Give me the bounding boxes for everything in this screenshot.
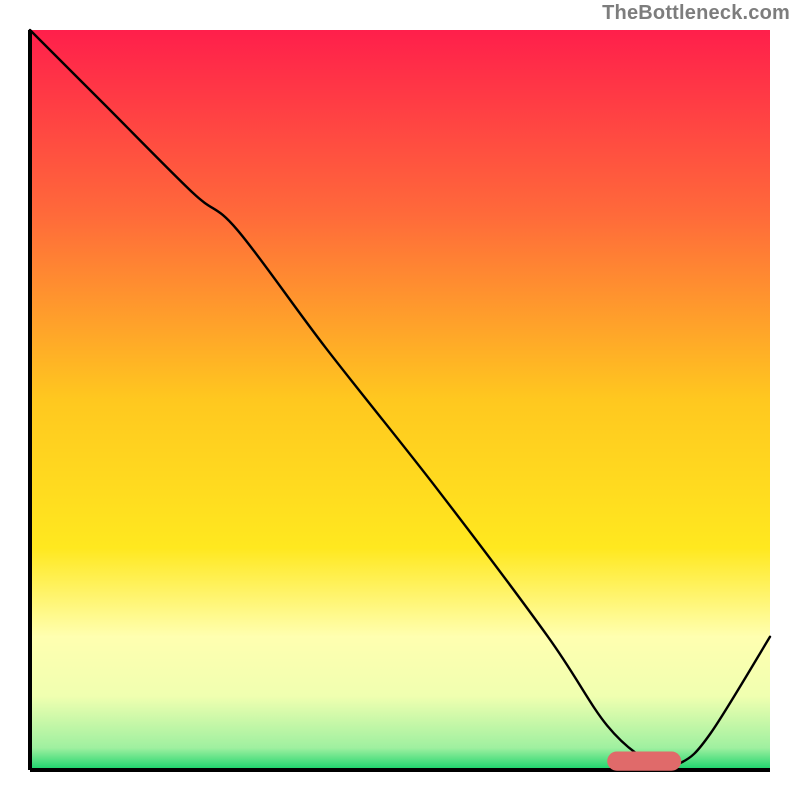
chart-container: { "attribution": "TheBottleneck.com", "c… <box>0 0 800 800</box>
optimal-range-marker <box>607 752 681 771</box>
bottleneck-chart <box>0 0 800 800</box>
attribution-label: TheBottleneck.com <box>602 2 790 25</box>
